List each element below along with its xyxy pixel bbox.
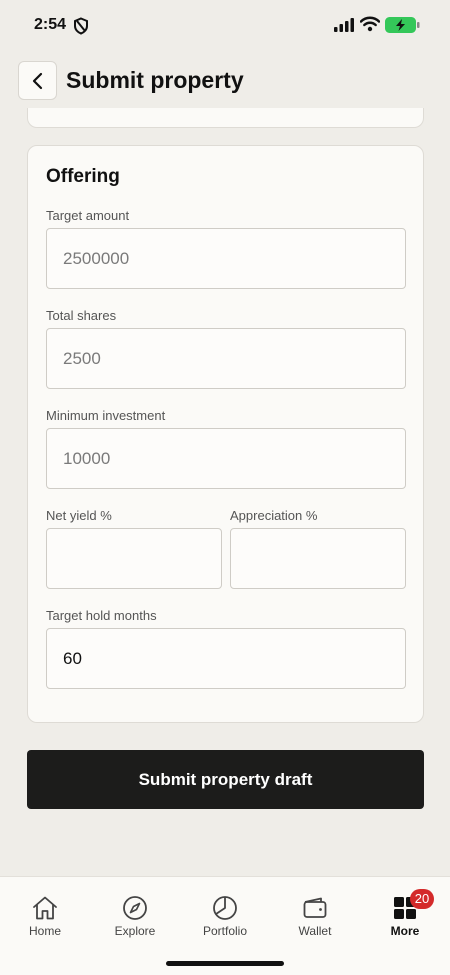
status-bar: 2:54 — [0, 0, 450, 50]
nav-item-home[interactable]: Home — [0, 877, 90, 947]
total-shares-label: Total shares — [46, 308, 117, 323]
compass-icon — [123, 896, 147, 920]
back-button[interactable] — [18, 61, 57, 100]
net-yield-label: Net yield % — [46, 508, 112, 523]
minimum-investment-label: Minimum investment — [46, 408, 166, 423]
target-hold-months-label: Target hold months — [46, 608, 157, 623]
nav-label-more: More — [390, 924, 420, 938]
nav-label-explore: Explore — [114, 924, 156, 938]
wifi-icon — [360, 16, 380, 32]
bottom-nav: Home Explore Portfolio Wallet 20 More — [0, 876, 450, 975]
target-amount-label: Target amount — [46, 208, 130, 223]
nav-item-wallet[interactable]: Wallet — [270, 877, 360, 947]
battery-icon — [385, 17, 420, 33]
signal-icon — [334, 18, 354, 32]
home-indicator — [166, 961, 284, 966]
wallet-icon — [303, 897, 327, 918]
offering-card: Offering Target amount Total shares Mini… — [27, 145, 424, 723]
notification-badge: 20 — [410, 889, 434, 909]
target-amount-input[interactable] — [46, 228, 406, 289]
shield-icon — [74, 17, 88, 35]
home-icon — [33, 896, 57, 920]
submit-property-draft-button[interactable]: Submit property draft — [27, 750, 424, 809]
appreciation-label: Appreciation % — [230, 508, 318, 523]
pie-chart-icon — [213, 896, 237, 920]
nav-item-more[interactable]: 20 More — [360, 877, 450, 947]
header: Submit property — [0, 55, 450, 107]
chevron-left-icon — [32, 72, 42, 89]
status-time: 2:54 — [34, 16, 67, 33]
nav-item-explore[interactable]: Explore — [90, 877, 180, 947]
page-title: Submit property — [66, 67, 244, 93]
minimum-investment-input[interactable] — [46, 428, 406, 489]
offering-title: Offering — [46, 166, 120, 187]
total-shares-input[interactable] — [46, 328, 406, 389]
nav-label-home: Home — [28, 924, 61, 938]
nav-item-portfolio[interactable]: Portfolio — [180, 877, 270, 947]
nav-label-wallet: Wallet — [298, 924, 332, 938]
appreciation-input[interactable] — [230, 528, 406, 589]
nav-label-portfolio: Portfolio — [202, 924, 248, 938]
target-hold-months-input[interactable] — [46, 628, 406, 689]
net-yield-input[interactable] — [46, 528, 222, 589]
